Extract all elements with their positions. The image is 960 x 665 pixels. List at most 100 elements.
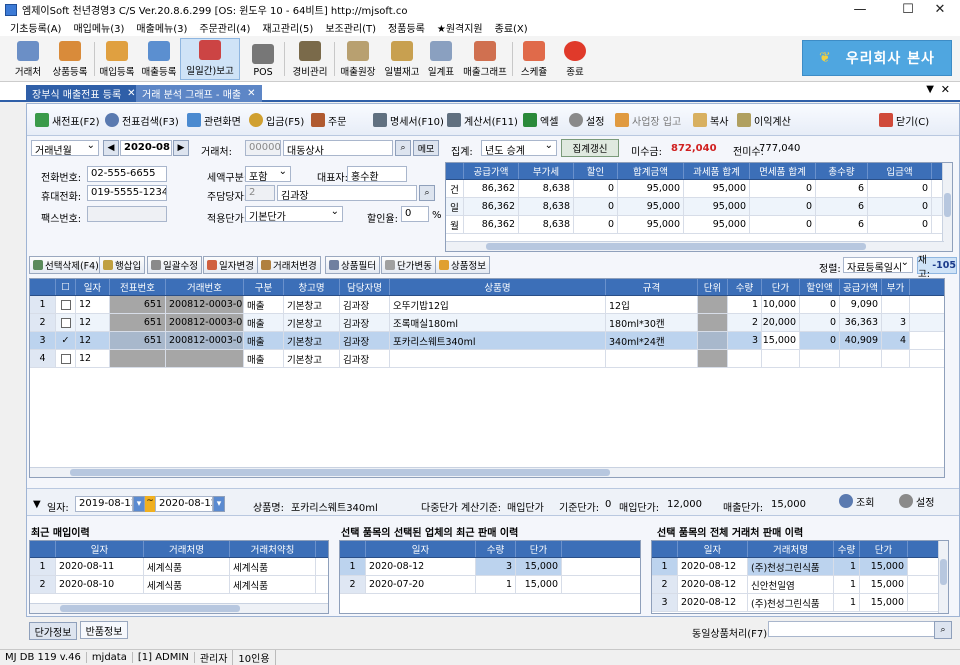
fax-field[interactable] <box>87 206 167 222</box>
sales-ledger-button[interactable]: 매출원장 <box>336 38 380 80</box>
menu-remote[interactable]: ★원격지원 <box>431 20 489 35</box>
date-from-spin[interactable]: ▾ <box>133 496 145 512</box>
trade-year-select[interactable]: 거래년월 <box>31 140 99 156</box>
client-button[interactable]: 거래처 <box>10 38 46 80</box>
client-code-field[interactable]: 000001 <box>245 140 281 156</box>
price-info-tab[interactable]: 단가정보 <box>29 622 77 640</box>
sales-graph-button[interactable]: 매출그래프 <box>460 38 510 80</box>
expense-button[interactable]: 경비관리 <box>288 38 332 80</box>
new-voucher-button[interactable]: 새전표(F2) <box>35 110 100 130</box>
profit-calc-button[interactable]: 이익계산 <box>737 110 791 130</box>
mobile-field[interactable]: 019-5555-1234 <box>87 185 167 201</box>
table-row[interactable]: 1 2020-08-12 (주)천성그린식품 1 15,000 <box>652 558 948 576</box>
company-hq-button[interactable]: ❦ 우리회사 본사 <box>802 40 952 76</box>
table-row[interactable]: 2 2020-08-10 세계식품 세계식품 <box>30 576 328 594</box>
recent-all-vscroll[interactable] <box>938 541 948 613</box>
menu-order[interactable]: 주문관리(4) <box>193 20 256 35</box>
summary-hscroll[interactable] <box>446 241 944 251</box>
pos-button[interactable]: POS <box>246 38 280 80</box>
agg-select[interactable]: 년도 승계 <box>481 140 557 156</box>
menu-aux[interactable]: 보조관리(T) <box>319 20 382 35</box>
search-voucher-button[interactable]: 전표검색(F3) <box>105 110 179 130</box>
daily-sheet-button[interactable]: 일계표 <box>424 38 458 80</box>
close-tab-icon[interactable]: ✕ <box>247 88 255 99</box>
exit-button[interactable]: 종료 <box>558 38 592 80</box>
tab-dropdown-icon[interactable]: ▼ <box>926 84 934 95</box>
recent-buy-hscroll[interactable] <box>30 603 328 613</box>
menu-purchase[interactable]: 매입메뉴(3) <box>67 20 130 35</box>
related-screen-button[interactable]: 관련화면 <box>187 110 241 130</box>
prev-month-button[interactable]: ◀ <box>103 140 119 156</box>
menu-register[interactable]: 정품등록 <box>382 20 431 35</box>
excel-button[interactable]: 엑셀 <box>523 110 558 130</box>
table-row[interactable]: 3 2020-08-12 (주)천성그린식품 1 15,000 <box>652 594 948 612</box>
select-delete-button[interactable]: 선택삭제(F4) <box>29 256 103 274</box>
date-to-spin[interactable]: ▾ <box>213 496 225 512</box>
table-row[interactable]: 1 2020-08-12 3 15,000 <box>340 558 640 576</box>
agg-refresh-button[interactable]: 집계갱신 <box>561 139 619 157</box>
daily-stock-button[interactable]: 일별재고 <box>380 38 424 80</box>
discount-field[interactable]: 0 <box>401 206 429 222</box>
tax-select[interactable]: 포함 <box>245 166 291 182</box>
price-change-button[interactable]: 단가변동 <box>381 256 436 274</box>
client-change-button[interactable]: 거래처변경 <box>257 256 321 274</box>
date-to-field[interactable]: 2020-08-12 <box>155 496 213 512</box>
insert-row-button[interactable]: 행삽입 <box>99 256 146 274</box>
rep-field[interactable]: 홍수환 <box>347 166 407 182</box>
product-button[interactable]: 상품등록 <box>48 38 92 80</box>
copy-button[interactable]: 복사 <box>693 110 728 130</box>
table-row[interactable]: 2 2020-08-12 신안천일염 1 15,000 <box>652 576 948 594</box>
sales-entry-button[interactable]: 매출등록 <box>138 38 180 80</box>
manager-code-field[interactable]: 2 <box>245 185 275 201</box>
close-button[interactable]: ✕ <box>920 0 960 19</box>
same-product-field[interactable] <box>768 621 936 637</box>
schedule-button[interactable]: 스케쥴 <box>516 38 552 80</box>
tel-field[interactable]: 02-555-6655 <box>87 166 167 182</box>
daily-report-button[interactable]: 일일간)보고 <box>180 38 240 80</box>
deposit-button[interactable]: 입금(F5) <box>249 110 304 130</box>
minimize-button[interactable]: — <box>840 0 880 19</box>
manager-search-icon[interactable]: ⌕ <box>419 185 435 201</box>
row-checkbox[interactable]: ✓ <box>56 332 76 349</box>
sort-select[interactable]: 자료등록일시 <box>843 257 913 273</box>
invoice-button[interactable]: 계산서(F11) <box>447 110 518 130</box>
filter-settings-button[interactable]: 설정 <box>899 491 934 511</box>
client-search-icon[interactable]: ⌕ <box>395 140 411 156</box>
table-row[interactable]: 4 12 매출 기본창고 김과장 <box>30 350 944 368</box>
memo-button[interactable]: 메모 <box>413 140 439 156</box>
next-month-button[interactable]: ▶ <box>173 140 189 156</box>
same-product-search-icon[interactable]: ⌕ <box>934 621 952 639</box>
search-button[interactable]: 조회 <box>839 491 874 511</box>
menu-basic[interactable]: 기초등록(A) <box>4 20 67 35</box>
close-panel-button[interactable]: 닫기(C) <box>879 110 929 130</box>
table-row[interactable]: 2 2020-07-20 1 15,000 <box>340 576 640 594</box>
row-checkbox[interactable] <box>60 299 71 310</box>
order-button[interactable]: 주문 <box>311 110 346 130</box>
grid-hscroll[interactable] <box>30 467 944 477</box>
row-checkbox[interactable] <box>60 353 71 364</box>
row-checkbox[interactable] <box>60 317 71 328</box>
close-tab-icon[interactable]: ✕ <box>127 88 135 99</box>
table-row-selected[interactable]: 3 ✓ 12 651 200812-0003-01 매출 기본창고 김과장 포카리스웨트340m… <box>30 332 944 350</box>
statement-button[interactable]: 명세서(F10) <box>373 110 444 130</box>
purchase-entry-button[interactable]: 매입등록 <box>96 38 138 80</box>
close-all-icon[interactable]: ✕ <box>941 83 950 96</box>
manager-field[interactable]: 김과장 <box>277 185 417 201</box>
return-info-tab[interactable]: 반품정보 <box>80 621 128 639</box>
summary-vscroll[interactable] <box>942 163 952 251</box>
menu-stock[interactable]: 재고관리(5) <box>256 20 319 35</box>
table-row[interactable]: 1 12 651 200812-0003-01 매출 기본창고 김과장 오뚜기밥12입 12입 1… <box>30 296 944 314</box>
settings-button[interactable]: 설정 <box>569 110 604 130</box>
tab-sales-voucher[interactable]: 장부식 매출전표 등록 ✕ <box>26 85 142 102</box>
date-from-field[interactable]: 2019-08-13 <box>75 496 133 512</box>
menu-exit[interactable]: 종료(X) <box>489 20 534 35</box>
date-change-button[interactable]: 일자변경 <box>203 256 258 274</box>
table-row[interactable]: 1 2020-08-11 세계식품 세계식품 <box>30 558 328 576</box>
bulk-edit-button[interactable]: 일괄수정 <box>147 256 202 274</box>
table-row[interactable]: 2 12 651 200812-0003-01 매출 기본창고 김과장 조록매실180ml 18… <box>30 314 944 332</box>
site-receipt-button[interactable]: 사업장 입고 <box>615 110 681 130</box>
client-name-field[interactable]: 대동상사 <box>283 140 393 156</box>
tab-analysis-graph[interactable]: 거래 분석 그래프 - 매출 ✕ <box>136 85 262 102</box>
menu-sales[interactable]: 매출메뉴(3) <box>130 20 193 35</box>
price-select[interactable]: 기본단가 <box>245 206 343 222</box>
